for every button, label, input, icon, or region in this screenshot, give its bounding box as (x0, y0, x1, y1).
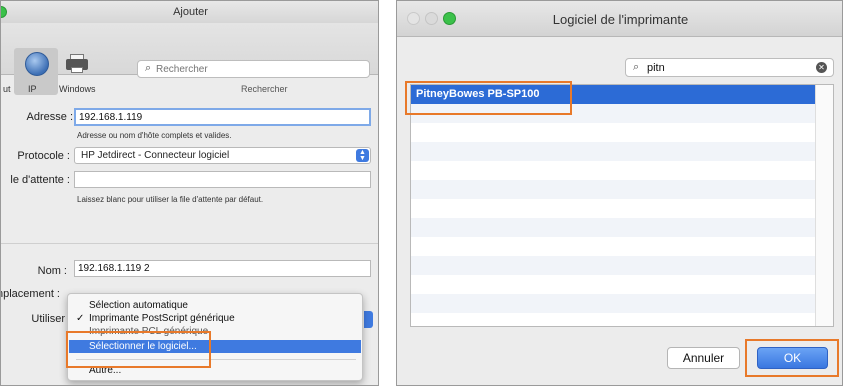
empty-row (411, 275, 815, 294)
empty-row (411, 218, 815, 237)
window-title: Logiciel de l'imprimante (552, 12, 689, 27)
empty-row (411, 237, 815, 256)
menu-item-postscript[interactable]: ✓ Imprimante PostScript générique (69, 312, 361, 325)
address-hint: Adresse ou nom d'hôte complets et valide… (77, 131, 232, 140)
software-search-field[interactable]: ⌕ ✕ (625, 58, 834, 77)
use-popup-edge[interactable] (364, 311, 373, 328)
address-field[interactable]: 192.168.1.119 (74, 108, 371, 126)
divider (1, 243, 378, 244)
location-label: nplacement : (0, 288, 60, 300)
title-bar: Logiciel de l'imprimante (397, 1, 842, 37)
menu-item-other[interactable]: Autre... (69, 364, 361, 377)
queue-label: le d'attente : (10, 174, 70, 186)
empty-row (411, 161, 815, 180)
cancel-button[interactable]: Annuler (667, 347, 740, 369)
checkmark-icon: ✓ (76, 313, 85, 324)
window-title: Ajouter (173, 6, 208, 18)
use-label: Utiliser (31, 313, 65, 325)
protocol-popup[interactable]: HP Jetdirect - Connecteur logiciel ▲ ▼ (74, 147, 371, 164)
empty-row (411, 294, 815, 313)
list-item[interactable]: PitneyBowes PB-SP100 (411, 85, 815, 104)
clear-search-icon[interactable]: ✕ (816, 62, 827, 73)
menu-item-auto[interactable]: Sélection automatique (69, 299, 361, 312)
empty-row (411, 199, 815, 218)
toolbar-label-ip[interactable]: IP (28, 84, 37, 94)
search-input[interactable] (156, 62, 356, 76)
search-field[interactable]: ⌕ (137, 60, 370, 78)
ok-button[interactable]: OK (757, 347, 828, 369)
name-label: Nom : (37, 265, 67, 277)
name-field[interactable]: 192.168.1.119 2 (74, 260, 371, 277)
scrollbar[interactable] (815, 85, 833, 326)
menu-item-select-software[interactable]: Sélectionner le logiciel... (69, 340, 361, 353)
menu-divider (76, 359, 356, 360)
empty-row (411, 104, 815, 123)
empty-row (411, 180, 815, 199)
address-label: Adresse : (26, 111, 73, 123)
queue-field[interactable] (74, 171, 371, 188)
title-bar: Ajouter (1, 1, 378, 23)
add-printer-dialog: Ajouter ut IP Windows ⌕ Rechercher Adres… (0, 0, 379, 386)
software-list: PitneyBowes PB-SP100 (410, 84, 834, 327)
printer-icon[interactable] (66, 54, 88, 74)
search-icon: ⌕ (145, 62, 152, 74)
empty-row (411, 256, 815, 275)
queue-hint: Laissez blanc pour utiliser la file d'at… (77, 195, 264, 204)
empty-row (411, 142, 815, 161)
use-dropdown-menu: Sélection automatique ✓ Imprimante PostS… (67, 293, 363, 381)
protocol-label: Protocole : (17, 150, 70, 162)
menu-item-pcl[interactable]: Imprimante PCL générique (69, 325, 361, 338)
toolbar-item-default[interactable]: ut (3, 84, 11, 94)
empty-row (411, 123, 815, 142)
toolbar: ut IP Windows ⌕ Rechercher (1, 23, 378, 95)
search-icon: ⌕ (633, 61, 640, 73)
chevron-up-down-icon: ▲ ▼ (356, 149, 369, 162)
globe-icon[interactable] (25, 52, 49, 76)
toolbar-item-windows[interactable]: Windows (59, 84, 96, 94)
protocol-value: HP Jetdirect - Connecteur logiciel (81, 150, 230, 161)
printer-software-dialog: Logiciel de l'imprimante ⌕ ✕ PitneyBowes… (396, 0, 843, 386)
search-caption: Rechercher (241, 84, 288, 94)
software-search-input[interactable] (647, 61, 797, 75)
